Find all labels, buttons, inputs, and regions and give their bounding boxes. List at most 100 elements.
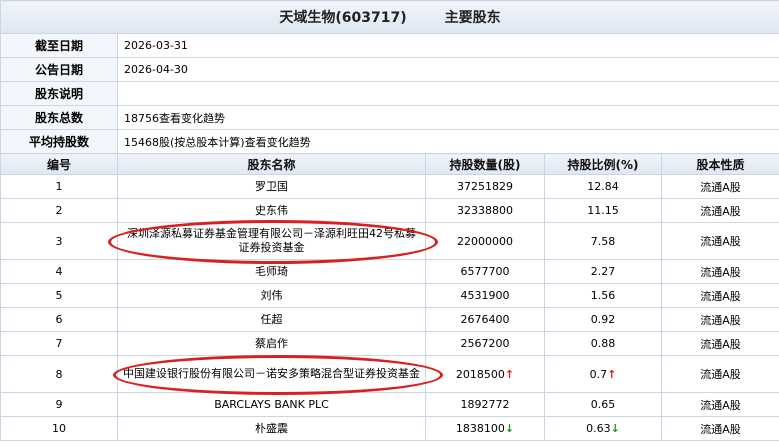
- cell-ratio: 7.58: [544, 222, 662, 260]
- info-row: 股东说明: [0, 81, 779, 106]
- cell-shareholder-name: 毛师琦: [117, 259, 426, 284]
- cell-shares-text: 37251829: [457, 180, 513, 193]
- cell-ratio-text: 0.7: [589, 367, 608, 381]
- cell-share-type: 流通A股: [660, 331, 779, 356]
- cell-share-type: 流通A股: [660, 416, 779, 441]
- cell-share-type: 流通A股: [660, 259, 779, 284]
- info-value: 2026-03-31: [124, 39, 188, 52]
- shareholder-table: 天域生物(603717) 主要股东 截至日期 2026-03-31 公告日期 2026-…: [0, 0, 779, 441]
- cell-share-type: 流通A股: [660, 174, 779, 199]
- info-label: 截至日期: [0, 33, 118, 58]
- cell-shareholder-name-text: 刘伟: [260, 288, 283, 302]
- cell-shares: 1892772: [425, 392, 545, 417]
- info-value-cell: 2026-03-31: [116, 33, 779, 58]
- cell-number-text: 1: [55, 180, 63, 193]
- cell-share-type-text: 流通A股: [700, 204, 741, 218]
- info-value-cell: 2026-04-30: [116, 57, 779, 82]
- info-value: 2026-04-30: [124, 63, 188, 76]
- cell-share-type: 流通A股: [660, 222, 779, 260]
- cell-shares: 2567200: [425, 331, 545, 356]
- cell-share-type: 流通A股: [660, 283, 779, 308]
- cell-shareholder-name: 罗卫国: [117, 174, 426, 199]
- cell-shares-text: 1838100: [455, 422, 505, 435]
- cell-ratio-text: 11.15: [587, 204, 619, 217]
- arrow-down-icon: ↓: [610, 422, 620, 435]
- table-row: 3 深圳泽源私募证券基金管理有限公司－泽源利旺田42号私募证券投资基金 220000…: [0, 222, 779, 260]
- cell-shareholder-name-text: 史东伟: [255, 203, 288, 217]
- table-header-row: 编号 股东名称 持股数量(股) 持股比例(%) 股本性质: [0, 153, 779, 175]
- cell-number-text: 6: [55, 313, 63, 326]
- cell-shareholder-name: 史东伟: [117, 198, 426, 223]
- title-row: 天域生物(603717) 主要股东: [0, 0, 779, 34]
- info-label: 公告日期: [0, 57, 118, 82]
- cell-ratio-text: 0.65: [590, 398, 616, 411]
- view-trend-link[interactable]: 查看变化趋势: [159, 112, 225, 125]
- cell-shares-text: 2676400: [460, 313, 510, 326]
- cell-ratio-text: 0.88: [590, 337, 616, 350]
- cell-share-type-text: 流通A股: [700, 422, 741, 436]
- cell-number-text: 2: [55, 204, 63, 217]
- cell-ratio: 0.65: [544, 392, 662, 417]
- cell-shareholder-name-text: BARCLAYS BANK PLC: [214, 397, 329, 411]
- cell-number-text: 9: [55, 398, 63, 411]
- arrow-up-icon: ↑: [504, 367, 515, 381]
- cell-shares: 2676400: [425, 307, 545, 332]
- info-row: 截至日期 2026-03-31: [0, 33, 779, 58]
- info-value: 15468股(按总股本计算): [124, 135, 245, 149]
- info-row: 公告日期 2026-04-30: [0, 57, 779, 82]
- info-label: 股东说明: [0, 81, 118, 106]
- cell-share-type: 流通A股: [660, 307, 779, 332]
- cell-number: 3: [0, 222, 118, 260]
- cell-share-type: 流通A股: [660, 392, 779, 417]
- cell-share-type: 流通A股: [660, 198, 779, 223]
- cell-number-text: 4: [55, 265, 63, 278]
- cell-ratio: 0.63↓: [544, 416, 662, 441]
- table-row: 2 史东伟 32338800 11.15 流通A股: [0, 198, 779, 223]
- cell-shareholder-name-text: 深圳泽源私募证券基金管理有限公司－泽源利旺田42号私募证券投资基金: [127, 227, 416, 254]
- cell-share-type-text: 流通A股: [700, 180, 741, 194]
- page: 天域生物(603717) 主要股东 截至日期 2026-03-31 公告日期 2026-…: [0, 0, 779, 447]
- cell-share-type-text: 流通A股: [700, 265, 741, 279]
- view-trend-link[interactable]: 查看变化趋势: [245, 136, 311, 149]
- cell-shareholder-name: 蔡启作: [117, 331, 426, 356]
- table-row: 10 朴盛震 1838100↓ 0.63↓ 流通A股: [0, 416, 779, 441]
- info-label: 平均持股数: [0, 129, 118, 154]
- info-value: 18756: [124, 111, 159, 125]
- cell-share-type-text: 流通A股: [700, 289, 741, 303]
- cell-ratio: 0.92: [544, 307, 662, 332]
- column-header: 编号: [0, 153, 118, 175]
- cell-shares-text: 2018500: [455, 367, 505, 381]
- cell-share-type-text: 流通A股: [700, 368, 741, 381]
- table-row: 5 刘伟 4531900 1.56 流通A股: [0, 283, 779, 308]
- cell-shares: 2018500↑: [425, 355, 545, 393]
- cell-shares: 32338800: [425, 198, 545, 223]
- table-row: 1 罗卫国 37251829 12.84 流通A股: [0, 174, 779, 199]
- cell-ratio-text: 7.58: [590, 234, 616, 248]
- cell-shareholder-name: 深圳泽源私募证券基金管理有限公司－泽源利旺田42号私募证券投资基金: [117, 222, 426, 260]
- info-value-cell: 18756查看变化趋势: [116, 105, 779, 130]
- cell-number: 10: [0, 416, 118, 441]
- info-value-cell: [116, 81, 779, 106]
- section-title: 主要股东: [444, 10, 501, 26]
- cell-ratio: 0.7↑: [544, 355, 662, 393]
- cell-number: 5: [0, 283, 118, 308]
- column-header: 持股数量(股): [425, 153, 545, 175]
- page-title: 天域生物(603717) 主要股东: [0, 0, 779, 34]
- cell-ratio: 1.56: [544, 283, 662, 308]
- column-header: 持股比例(%): [544, 153, 662, 175]
- cell-number-text: 8: [55, 367, 63, 381]
- cell-ratio-text: 0.92: [590, 313, 616, 326]
- cell-number: 1: [0, 174, 118, 199]
- cell-number: 8: [0, 355, 118, 393]
- cell-shareholder-name: 任超: [117, 307, 426, 332]
- column-header: 股东名称: [117, 153, 426, 175]
- cell-number-text: 5: [55, 289, 63, 302]
- cell-shares: 22000000: [425, 222, 545, 260]
- arrow-down-icon: ↓: [504, 422, 515, 435]
- cell-shares-text: 2567200: [460, 337, 510, 350]
- cell-shares: 37251829: [425, 174, 545, 199]
- company-title: 天域生物(603717): [279, 10, 407, 26]
- table-row: 4 毛师琦 6577700 2.27 流通A股: [0, 259, 779, 284]
- cell-ratio: 11.15: [544, 198, 662, 223]
- cell-number: 7: [0, 331, 118, 356]
